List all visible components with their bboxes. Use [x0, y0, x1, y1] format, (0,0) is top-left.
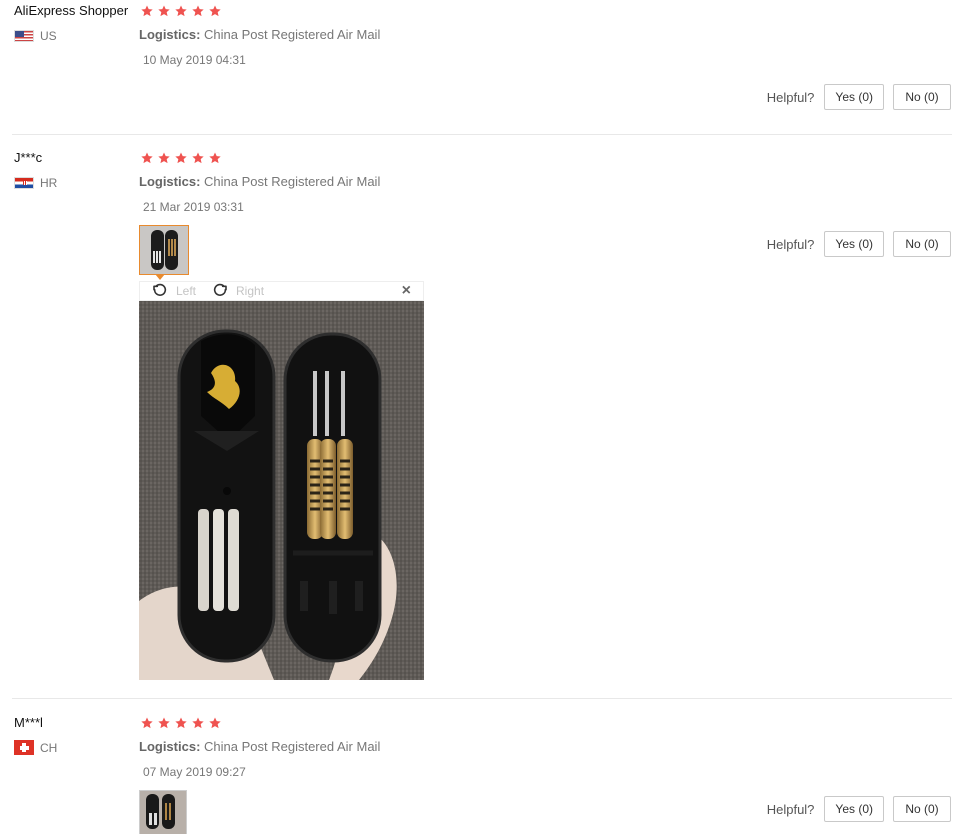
- reviewer-name: AliExpress Shopper: [14, 3, 129, 18]
- reviewer-name: J***c: [14, 150, 43, 165]
- review-photo-thumbnail[interactable]: [139, 790, 187, 834]
- us-flag-icon: [14, 30, 34, 42]
- reviews-page: AliExpress Shopper US Logistics: China P…: [0, 0, 953, 834]
- star-icon: [158, 5, 170, 17]
- review-divider: [12, 134, 952, 135]
- logistics-label: Logistics:: [139, 739, 201, 754]
- rotate-right-icon[interactable]: [212, 283, 228, 299]
- helpful-label: Helpful?: [766, 89, 815, 105]
- star-icon: [209, 717, 221, 729]
- rating-stars: [140, 4, 222, 18]
- star-icon: [192, 717, 204, 729]
- helpful-label: Helpful?: [766, 801, 815, 817]
- logistics-value: China Post Registered Air Mail: [204, 739, 381, 754]
- yes-button[interactable]: Yes (0): [824, 231, 884, 257]
- rating-stars: [140, 716, 222, 730]
- helpful-controls: Helpful? Yes (0) No (0): [767, 231, 951, 257]
- yes-button[interactable]: Yes (0): [824, 84, 884, 110]
- rotate-left-icon[interactable]: [152, 283, 168, 299]
- star-icon: [141, 717, 153, 729]
- reviewer-country: HR: [14, 176, 57, 190]
- logistics-info: Logistics: China Post Registered Air Mai…: [139, 27, 380, 42]
- review-item: J***c HR Logistics: China Post Registere…: [0, 147, 953, 697]
- reviewer-name: M***l: [14, 715, 43, 730]
- logistics-value: China Post Registered Air Mail: [204, 27, 381, 42]
- review-date: 10 May 2019 04:31: [143, 53, 246, 67]
- rotate-right-label[interactable]: Right: [236, 284, 264, 298]
- rating-stars: [140, 151, 222, 165]
- review-item: M***l CH Logistics: China Post Registere…: [0, 712, 953, 834]
- star-icon: [158, 152, 170, 164]
- star-icon: [158, 717, 170, 729]
- dart-case-photo: [139, 301, 424, 680]
- star-icon: [141, 5, 153, 17]
- logistics-label: Logistics:: [139, 27, 201, 42]
- review-photo-thumbnail[interactable]: [139, 225, 189, 275]
- country-code: CH: [40, 740, 58, 755]
- review-date: 21 Mar 2019 03:31: [143, 200, 244, 214]
- no-button[interactable]: No (0): [893, 796, 951, 822]
- logistics-label: Logistics:: [139, 174, 201, 189]
- close-icon[interactable]: ×: [402, 283, 411, 299]
- country-code: HR: [40, 176, 58, 190]
- ch-flag-icon: [14, 740, 34, 755]
- reviewer-country: US: [14, 29, 57, 43]
- star-icon: [209, 152, 221, 164]
- rotate-left-label[interactable]: Left: [176, 284, 196, 298]
- reviewer-country: CH: [14, 740, 57, 755]
- review-photo-preview: [139, 301, 424, 680]
- star-icon: [141, 152, 153, 164]
- country-code: US: [40, 29, 57, 43]
- star-icon: [192, 152, 204, 164]
- no-button[interactable]: No (0): [893, 84, 951, 110]
- logistics-value: China Post Registered Air Mail: [204, 174, 381, 189]
- star-icon: [175, 5, 187, 17]
- logistics-info: Logistics: China Post Registered Air Mai…: [139, 739, 380, 754]
- dart-case-thumbnail-image: [140, 791, 186, 834]
- hr-flag-icon: [14, 177, 34, 189]
- helpful-controls: Helpful? Yes (0) No (0): [767, 84, 951, 110]
- no-button[interactable]: No (0): [893, 231, 951, 257]
- star-icon: [209, 5, 221, 17]
- star-icon: [175, 152, 187, 164]
- review-date: 07 May 2019 09:27: [143, 765, 246, 779]
- logistics-info: Logistics: China Post Registered Air Mai…: [139, 174, 380, 189]
- helpful-label: Helpful?: [766, 236, 815, 252]
- thumbnail-pointer-icon: [155, 274, 165, 280]
- review-divider: [12, 698, 952, 699]
- review-item: AliExpress Shopper US Logistics: China P…: [0, 0, 953, 134]
- helpful-controls: Helpful? Yes (0) No (0): [767, 796, 951, 822]
- dart-case-thumbnail-image: [140, 226, 188, 274]
- yes-button[interactable]: Yes (0): [824, 796, 884, 822]
- image-preview-toolbar: Left Right ×: [139, 281, 424, 301]
- star-icon: [192, 5, 204, 17]
- star-icon: [175, 717, 187, 729]
